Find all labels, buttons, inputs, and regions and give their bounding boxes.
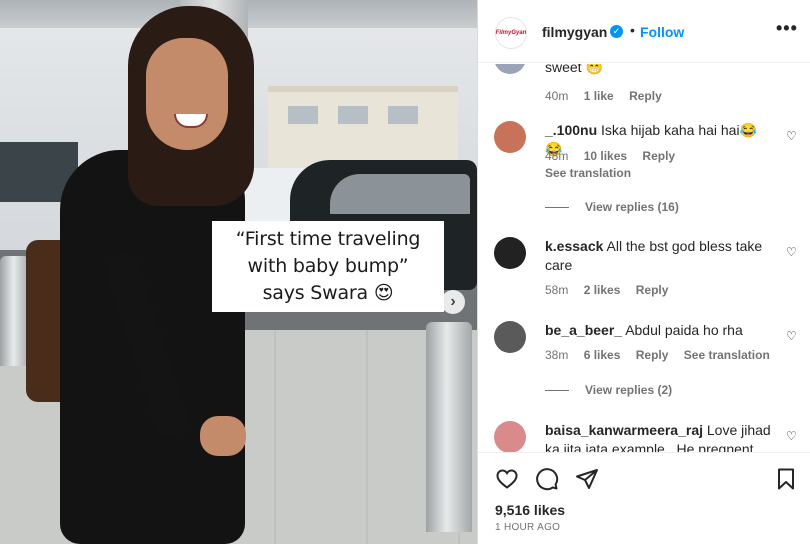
comment-meta: 48m 10 likes Reply — [545, 149, 687, 163]
follow-button[interactable]: Follow — [640, 24, 684, 40]
caption-line: with baby bump” — [247, 255, 409, 277]
building-window — [338, 106, 368, 124]
comment-text: k.essack All the bst god bless take care — [545, 237, 774, 275]
view-replies-button[interactable]: View replies (2) — [545, 383, 672, 397]
comment-time: 40m — [545, 89, 569, 103]
share-icon[interactable] — [575, 467, 599, 491]
comment-body: Abdul paida ho rha — [625, 322, 743, 338]
comment-likes[interactable]: 10 likes — [584, 149, 627, 163]
bookmark-icon[interactable] — [774, 467, 798, 491]
like-comment-heart-icon[interactable]: ♡ — [786, 129, 797, 143]
comment-username[interactable]: _.100nu — [545, 122, 597, 138]
like-comment-heart-icon[interactable]: ♡ — [786, 329, 797, 343]
reply-button[interactable]: Reply — [629, 89, 662, 103]
next-slide-button[interactable]: › — [441, 290, 465, 314]
comments-list[interactable]: sweet 😁 40m 1 like Reply _.100nu Iska hi… — [478, 64, 810, 452]
comment-text: be_a_beer_ Abdul paida ho rha — [545, 321, 774, 340]
comment-likes[interactable]: 1 like — [584, 89, 614, 103]
comment-username[interactable]: k.essack — [545, 238, 603, 254]
view-replies-button[interactable]: View replies (16) — [545, 200, 679, 214]
car-window — [330, 174, 470, 214]
chevron-right-icon: › — [450, 293, 456, 310]
comment-time: 48m — [545, 149, 569, 163]
avatar[interactable] — [494, 321, 526, 353]
comment-likes[interactable]: 6 likes — [584, 348, 621, 362]
post-image[interactable]: “First time traveling with baby bump” sa… — [0, 0, 477, 544]
post-timestamp: 1 HOUR AGO — [495, 522, 561, 533]
caption-overlay: “First time traveling with baby bump” sa… — [212, 221, 444, 312]
avatar[interactable] — [494, 237, 526, 269]
post-actions: 9,516 likes 1 HOUR AGO — [478, 452, 810, 544]
post-side-panel: FilmyGyan filmygyan ✓ • Follow ••• sweet… — [477, 0, 810, 544]
avatar[interactable] — [494, 64, 526, 74]
verified-badge-icon: ✓ — [610, 25, 623, 38]
separator-dot: • — [630, 22, 635, 38]
comment-username[interactable]: be_a_beer_ — [545, 322, 622, 338]
reply-button[interactable]: Reply — [636, 283, 669, 297]
reply-button[interactable]: Reply — [642, 149, 675, 163]
comment-likes[interactable]: 2 likes — [584, 283, 621, 297]
comment-text: baisa_kanwarmeera_raj Love jihad ka jita… — [545, 421, 774, 452]
caption-line: “First time traveling — [235, 228, 421, 250]
avatar-logo-text: FilmyGyan — [495, 30, 527, 36]
like-comment-heart-icon[interactable]: ♡ — [786, 245, 797, 259]
comment-time: 58m — [545, 283, 569, 297]
comment-text: sweet 😁 — [545, 64, 603, 75]
username-link[interactable]: filmygyan — [542, 24, 607, 40]
see-translation-button[interactable]: See translation — [684, 348, 770, 362]
avatar[interactable] — [494, 421, 526, 452]
comment-meta: 38m 6 likes Reply See translation — [545, 348, 782, 362]
building-window — [388, 106, 418, 124]
like-comment-heart-icon[interactable]: ♡ — [786, 429, 797, 443]
caption-line: says Swara 😍 — [262, 282, 394, 304]
comment-username[interactable]: baisa_kanwarmeera_raj — [545, 422, 703, 438]
person-hands — [200, 416, 246, 456]
likes-count[interactable]: 9,516 likes — [495, 502, 565, 518]
comment-meta: 40m 1 like Reply — [545, 89, 674, 103]
reply-button[interactable]: Reply — [636, 348, 669, 362]
bollard — [426, 322, 472, 532]
post-header: FilmyGyan filmygyan ✓ • Follow ••• — [478, 0, 810, 63]
see-translation-button[interactable]: See translation — [545, 166, 631, 180]
comment-meta: 58m 2 likes Reply — [545, 283, 680, 297]
comment-time: 38m — [545, 348, 569, 362]
heart-icon[interactable] — [495, 467, 519, 491]
comment-icon[interactable] — [535, 467, 559, 491]
person-face — [146, 38, 228, 150]
avatar[interactable]: FilmyGyan — [495, 17, 527, 49]
avatar[interactable] — [494, 121, 526, 153]
more-options-icon[interactable]: ••• — [776, 18, 798, 39]
building-window — [288, 106, 318, 124]
